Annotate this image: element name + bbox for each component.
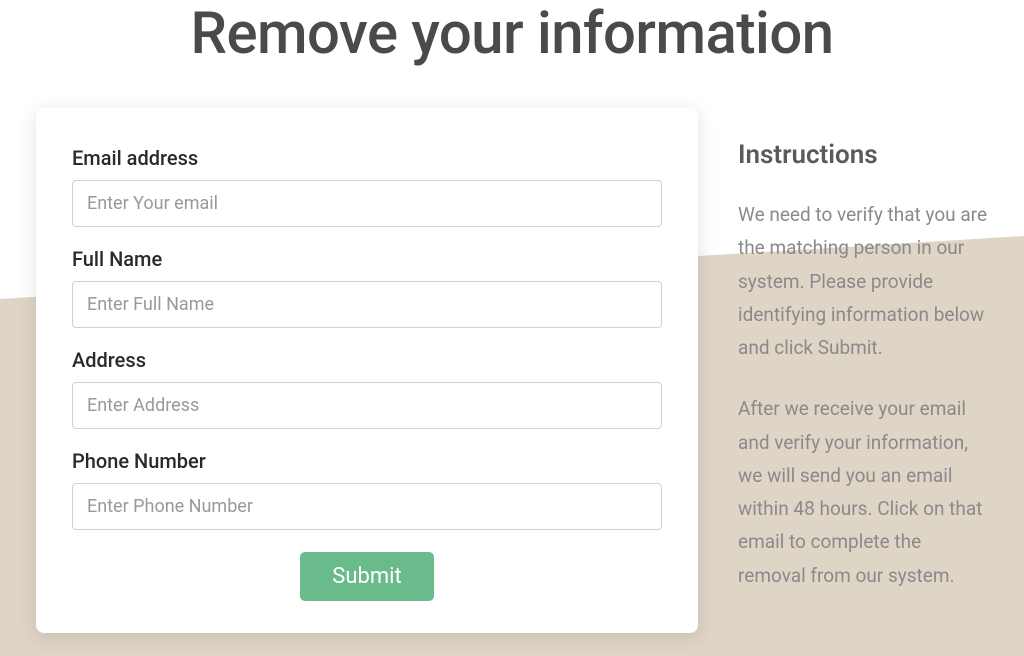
submit-button[interactable]: Submit: [300, 552, 433, 601]
phone-field[interactable]: [72, 483, 662, 530]
submit-wrapper: Submit: [72, 552, 662, 601]
removal-form-card: Email address Full Name Address Phone Nu…: [36, 108, 698, 633]
full-name-label: Full Name: [72, 247, 662, 271]
phone-label: Phone Number: [72, 449, 662, 473]
address-group: Address: [72, 348, 662, 429]
content-wrapper: Email address Full Name Address Phone Nu…: [0, 108, 1024, 633]
full-name-group: Full Name: [72, 247, 662, 328]
page-title: Remove your information: [0, 0, 1024, 68]
email-group: Email address: [72, 146, 662, 227]
email-label: Email address: [72, 146, 662, 170]
full-name-field[interactable]: [72, 281, 662, 328]
instructions-heading: Instructions: [738, 140, 988, 170]
instructions-paragraph-2: After we receive your email and verify y…: [738, 392, 988, 592]
address-label: Address: [72, 348, 662, 372]
phone-group: Phone Number: [72, 449, 662, 530]
instructions-paragraph-1: We need to verify that you are the match…: [738, 198, 988, 364]
address-field[interactable]: [72, 382, 662, 429]
email-field[interactable]: [72, 180, 662, 227]
instructions-panel: Instructions We need to verify that you …: [738, 108, 988, 633]
